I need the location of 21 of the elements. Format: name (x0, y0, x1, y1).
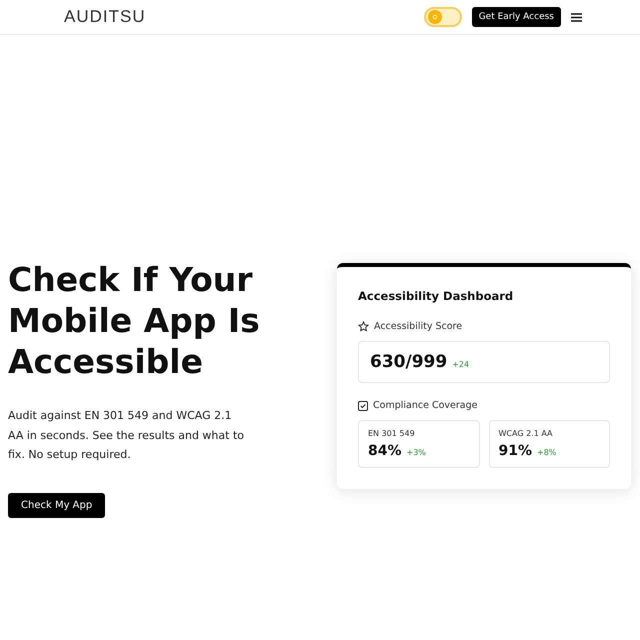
hero-title: Check If Your Mobile App Is Accessible (8, 259, 261, 382)
coverage-value: 84% (368, 443, 402, 459)
score-change: +24 (452, 360, 470, 369)
early-access-button[interactable]: Get Early Access (472, 7, 561, 27)
coverage-label: Compliance Coverage (373, 400, 478, 411)
coverage-value: 91% (498, 443, 532, 459)
menu-button[interactable] (571, 12, 582, 22)
coverage-change: +8% (537, 448, 556, 457)
hero-description: Audit against EN 301 549 and WCAG 2.1 AA in seconds. See the results and what to fix. No setup required. (8, 408, 245, 463)
coverage-change: +3% (406, 448, 426, 457)
dashboard-title: Accessibility Dashboard (358, 289, 514, 303)
score-value: 630/999 (370, 352, 448, 372)
theme-toggle[interactable] (424, 7, 462, 27)
menu-icon (571, 12, 582, 22)
check-app-button[interactable]: Check My App (8, 492, 106, 518)
standard-name: WCAG 2.1 AA (498, 429, 554, 438)
score-label: Accessibility Score (374, 321, 462, 332)
star-icon (358, 321, 369, 332)
checkbox-icon (358, 400, 368, 410)
logo[interactable]: AUDITSU (64, 7, 146, 27)
standard-name: EN 301 549 (368, 429, 416, 438)
